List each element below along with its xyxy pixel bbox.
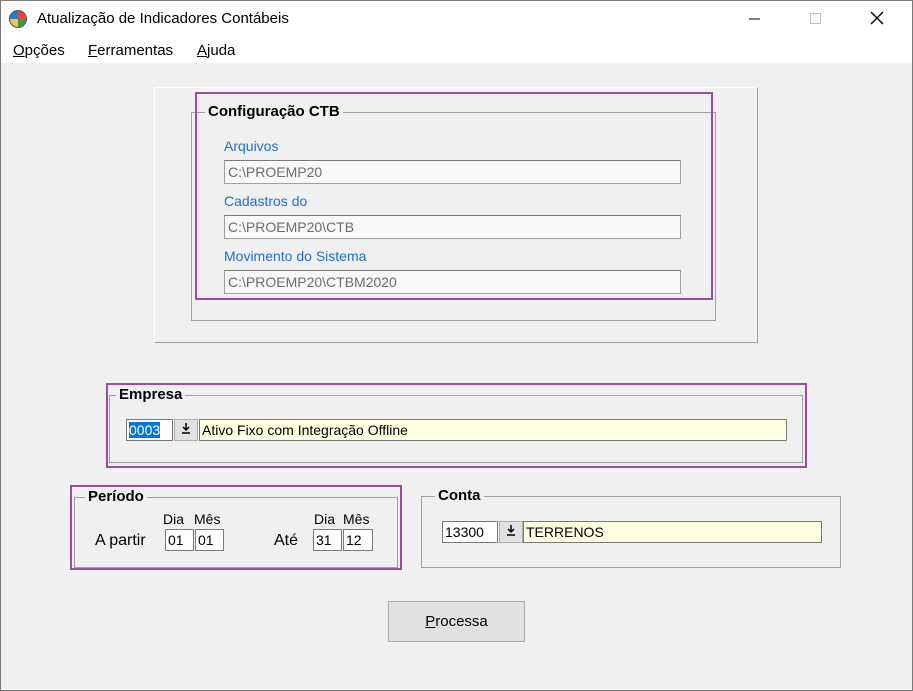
- arquivos-label: Arquivos: [224, 138, 279, 154]
- cadastros-label: Cadastros do: [224, 193, 308, 209]
- menu-opcoes[interactable]: Opções: [13, 42, 65, 59]
- cadastros-field[interactable]: C:\PROEMP20\CTB: [224, 215, 681, 239]
- processa-button[interactable]: Processa: [388, 601, 525, 642]
- end-mes-label: Mês: [343, 511, 370, 527]
- ate-label: Até: [274, 532, 299, 549]
- a-partir-label: A partir: [95, 532, 146, 549]
- close-button[interactable]: [854, 1, 900, 38]
- app-logo-icon: [9, 10, 27, 28]
- close-icon: [870, 11, 884, 25]
- empresa-name-field[interactable]: Ativo Fixo com Integração Offline: [199, 419, 787, 441]
- menu-bar: Opções Ferramentas Ajuda: [1, 38, 912, 63]
- maximize-icon: [810, 13, 821, 24]
- movimento-field[interactable]: C:\PROEMP20\CTBM2020: [224, 270, 681, 294]
- maximize-button[interactable]: [793, 1, 839, 38]
- conta-lookup-button[interactable]: [499, 521, 523, 543]
- periodo-highlight: [70, 485, 402, 570]
- arquivos-field[interactable]: C:\PROEMP20: [224, 160, 681, 184]
- end-mes-field[interactable]: 12: [343, 529, 373, 551]
- window-title: Atualização de Indicadores Contábeis: [37, 10, 289, 27]
- end-dia-field[interactable]: 31: [313, 529, 342, 551]
- end-dia-label: Dia: [314, 511, 336, 527]
- download-arrow-icon: [182, 423, 190, 434]
- empresa-code-value: 0003: [129, 422, 161, 438]
- movimento-label: Movimento do Sistema: [224, 248, 367, 264]
- conta-code-field[interactable]: 13300: [442, 521, 498, 543]
- start-mes-label: Mês: [194, 511, 221, 527]
- menu-ajuda[interactable]: Ajuda: [197, 42, 235, 59]
- main-window: Atualização de Indicadores Contábeis Opç…: [0, 0, 913, 691]
- start-dia-field[interactable]: 01: [165, 529, 194, 551]
- empresa-code-field[interactable]: 0003: [126, 419, 173, 441]
- start-dia-label: Dia: [163, 511, 185, 527]
- minimize-button[interactable]: [732, 1, 778, 38]
- conta-legend: Conta: [435, 487, 484, 504]
- conta-name-field[interactable]: TERRENOS: [523, 521, 822, 543]
- menu-ferramentas[interactable]: Ferramentas: [88, 42, 173, 59]
- empresa-lookup-button[interactable]: [174, 419, 198, 441]
- download-arrow-icon: [507, 525, 515, 536]
- minimize-icon: [749, 18, 760, 20]
- start-mes-field[interactable]: 01: [195, 529, 224, 551]
- title-bar: Atualização de Indicadores Contábeis: [1, 1, 912, 38]
